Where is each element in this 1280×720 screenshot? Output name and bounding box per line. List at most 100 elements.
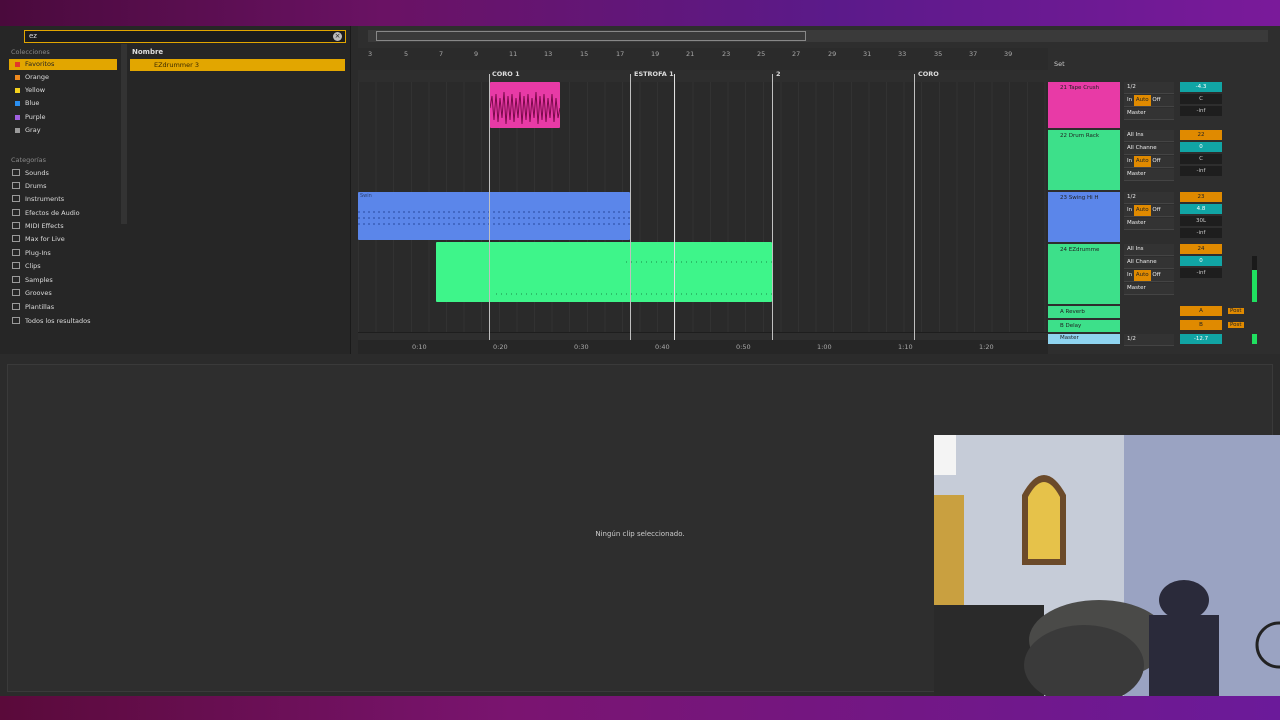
collection-yellow[interactable]: Yellow bbox=[9, 85, 117, 96]
category-drums[interactable]: Drums bbox=[12, 181, 47, 192]
browser-divider[interactable] bbox=[121, 44, 127, 224]
track-lane-drum-rack[interactable] bbox=[358, 130, 1048, 191]
track-header-drum-rack[interactable]: 22 Drum Rack bbox=[1048, 130, 1120, 190]
collection-gray[interactable]: Gray bbox=[9, 125, 117, 136]
return-activator[interactable]: B bbox=[1180, 320, 1222, 330]
track-lane-tape-crush[interactable] bbox=[358, 82, 1048, 131]
input-channel[interactable]: All Channe bbox=[1124, 143, 1174, 155]
post-button[interactable]: Post bbox=[1228, 308, 1244, 314]
monitor-selector[interactable]: In Auto Off bbox=[1124, 270, 1174, 282]
collection-blue[interactable]: Blue bbox=[9, 98, 117, 109]
mixer-controls-master[interactable]: -12.7 bbox=[1180, 334, 1222, 346]
monitor-off[interactable]: Off bbox=[1152, 158, 1160, 164]
locator-coro[interactable]: CORO bbox=[918, 70, 939, 78]
category-templates[interactable]: Plantillas bbox=[12, 302, 54, 313]
monitor-auto[interactable]: Auto bbox=[1133, 156, 1151, 167]
browser-search-input[interactable]: ez × bbox=[24, 30, 346, 43]
master-volume[interactable]: -12.7 bbox=[1180, 334, 1222, 344]
output-routing[interactable]: Master bbox=[1124, 283, 1174, 295]
overview-visible-region[interactable] bbox=[376, 31, 806, 41]
category-instruments[interactable]: Instruments bbox=[12, 194, 64, 205]
monitor-auto[interactable]: Auto bbox=[1133, 270, 1151, 281]
track-io-drum-rack[interactable]: All Ins All Channe In Auto Off Master bbox=[1124, 130, 1174, 182]
mixer-controls-ezdrummer[interactable]: 24 0 -inf bbox=[1180, 244, 1222, 280]
locator-estrofa-1[interactable]: ESTROFA 1 bbox=[634, 70, 674, 78]
pan-knob[interactable]: C bbox=[1180, 94, 1222, 104]
collection-purple[interactable]: Purple bbox=[9, 112, 117, 123]
track-header-reverb[interactable]: A Reverb bbox=[1048, 306, 1120, 318]
playhead[interactable] bbox=[674, 74, 675, 352]
category-sounds[interactable]: Sounds bbox=[12, 168, 49, 179]
input-channel[interactable]: 1/2 bbox=[1124, 192, 1174, 204]
pan-knob[interactable]: C bbox=[1180, 154, 1222, 164]
category-samples[interactable]: Samples bbox=[12, 275, 53, 286]
midi-clip-swing[interactable]: Swin bbox=[358, 192, 630, 240]
track-header-ezdrummer[interactable]: 24 EZdrumme bbox=[1048, 244, 1120, 304]
monitor-selector[interactable]: In Auto Off bbox=[1124, 205, 1174, 217]
track-header-swing[interactable]: 23 Swing Hi H bbox=[1048, 192, 1120, 242]
category-clips[interactable]: Clips bbox=[12, 261, 41, 272]
monitor-in[interactable]: In bbox=[1127, 158, 1132, 164]
track-io-ezdrummer[interactable]: All Ins All Channe In Auto Off Master bbox=[1124, 244, 1174, 296]
mixer-controls-drum-rack[interactable]: 22 0 C -inf bbox=[1180, 130, 1222, 178]
category-midi-effects[interactable]: MIDI Effects bbox=[12, 221, 64, 232]
post-button[interactable]: Post bbox=[1228, 322, 1244, 328]
track-activator[interactable]: 22 bbox=[1180, 130, 1222, 140]
pan-knob[interactable]: 30L bbox=[1180, 216, 1222, 226]
category-grooves[interactable]: Grooves bbox=[12, 288, 52, 299]
collection-orange[interactable]: Orange bbox=[9, 72, 117, 83]
category-all-results[interactable]: Todos los resultados bbox=[12, 316, 91, 327]
track-header-master[interactable]: Master bbox=[1048, 334, 1120, 344]
track-activator[interactable]: 23 bbox=[1180, 192, 1222, 202]
output-routing[interactable]: Master bbox=[1124, 218, 1174, 230]
track-lane-delay[interactable] bbox=[358, 318, 1048, 333]
set-label[interactable]: Set bbox=[1054, 60, 1065, 68]
monitor-in[interactable]: In bbox=[1127, 272, 1132, 278]
locator-coro-1[interactable]: CORO 1 bbox=[492, 70, 520, 78]
output-channel[interactable]: 1/2 bbox=[1124, 334, 1174, 346]
category-audio-effects[interactable]: Efectos de Audio bbox=[12, 208, 80, 219]
volume-fader[interactable]: -4.3 bbox=[1180, 82, 1222, 92]
mixer-controls-reverb[interactable]: A bbox=[1180, 306, 1222, 318]
volume-fader[interactable]: 0 bbox=[1180, 256, 1222, 266]
track-lane-reverb[interactable] bbox=[358, 304, 1048, 319]
mixer-controls-delay[interactable]: B bbox=[1180, 320, 1222, 332]
output-routing[interactable]: Master bbox=[1124, 108, 1174, 120]
arrangement-overview[interactable] bbox=[368, 30, 1268, 42]
input-channel[interactable]: 1/2 bbox=[1124, 82, 1174, 94]
input-channel[interactable]: All Channe bbox=[1124, 257, 1174, 269]
monitor-in[interactable]: In bbox=[1127, 207, 1132, 213]
track-io-tape-crush[interactable]: 1/2 In Auto Off Master bbox=[1124, 82, 1174, 121]
output-routing[interactable]: Master bbox=[1124, 169, 1174, 181]
track-header-delay[interactable]: B Delay bbox=[1048, 320, 1120, 332]
category-plugins[interactable]: Plug-Ins bbox=[12, 248, 51, 259]
track-io-master[interactable]: 1/2 bbox=[1124, 334, 1174, 347]
volume-fader[interactable]: 4.8 bbox=[1180, 204, 1222, 214]
time-ruler[interactable]: 0:10 0:20 0:30 0:40 0:50 1:00 1:10 1:20 bbox=[358, 340, 1048, 354]
monitor-off[interactable]: Off bbox=[1152, 272, 1160, 278]
clear-search-icon[interactable]: × bbox=[333, 32, 342, 41]
mixer-controls-tape-crush[interactable]: -4.3 C -inf bbox=[1180, 82, 1222, 118]
track-header-tape-crush[interactable]: 21 Tape Crush bbox=[1048, 82, 1120, 128]
monitor-auto[interactable]: Auto bbox=[1133, 205, 1151, 216]
beat-ruler[interactable]: 3 5 7 9 11 13 15 17 19 21 23 25 27 29 31… bbox=[358, 48, 1048, 70]
audio-clip-pink[interactable] bbox=[489, 82, 561, 128]
locator-2[interactable]: 2 bbox=[776, 70, 781, 78]
monitor-off[interactable]: Off bbox=[1152, 207, 1160, 213]
monitor-off[interactable]: Off bbox=[1152, 97, 1160, 103]
input-type[interactable]: All Ins bbox=[1124, 244, 1174, 256]
collection-favoritos[interactable]: Favoritos bbox=[9, 59, 117, 70]
track-activator[interactable]: 24 bbox=[1180, 244, 1222, 254]
mixer-controls-swing[interactable]: 23 4.8 30L -inf bbox=[1180, 192, 1222, 240]
category-max-for-live[interactable]: Max for Live bbox=[12, 234, 65, 245]
volume-fader[interactable]: 0 bbox=[1180, 142, 1222, 152]
return-activator[interactable]: A bbox=[1180, 306, 1222, 316]
monitor-selector[interactable]: In Auto Off bbox=[1124, 156, 1174, 168]
name-column-header[interactable]: Nombre bbox=[130, 46, 347, 58]
input-type[interactable]: All Ins bbox=[1124, 130, 1174, 142]
result-row-ezdrummer[interactable]: EZdrummer 3 bbox=[130, 59, 345, 71]
track-io-swing[interactable]: 1/2 In Auto Off Master bbox=[1124, 192, 1174, 231]
monitor-selector[interactable]: In Auto Off bbox=[1124, 95, 1174, 107]
monitor-in[interactable]: In bbox=[1127, 97, 1132, 103]
monitor-auto[interactable]: Auto bbox=[1133, 95, 1151, 106]
